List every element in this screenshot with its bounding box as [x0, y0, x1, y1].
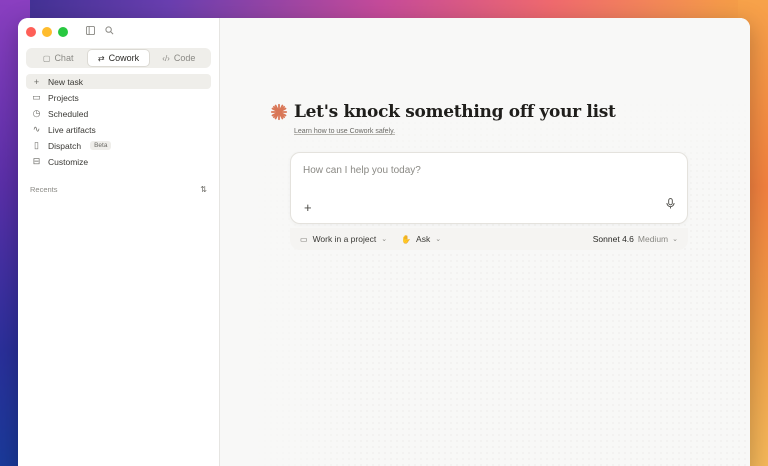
spark-logo-icon	[270, 103, 288, 121]
sidebar-nav: + New task ▭ Projects ◷ Scheduled ∿ Live…	[26, 74, 211, 169]
prompt-composer: +	[290, 152, 688, 224]
code-icon: ‹/›	[162, 53, 170, 63]
sidebar-item-dispatch[interactable]: ▯ Dispatch Beta	[26, 138, 211, 153]
model-selector[interactable]: Sonnet 4.6 Medium ⌄	[593, 234, 678, 244]
sidebar-item-label: Projects	[48, 92, 79, 103]
main-panel: Let's knock something off your list Lear…	[220, 18, 750, 466]
recents-label: Recents	[30, 185, 58, 194]
sidebar-item-scheduled[interactable]: ◷ Scheduled	[26, 106, 211, 121]
sidebar-item-label: New task	[48, 76, 83, 87]
composer-options-bar: ▭ Work in a project ⌄ ✋ Ask ⌄ Sonnet 4.6…	[290, 228, 688, 250]
phone-icon: ▯	[34, 140, 39, 150]
work-in-project-button[interactable]: ▭ Work in a project ⌄	[300, 234, 387, 244]
sidebar-toggle-icon[interactable]	[86, 26, 95, 38]
sidebar-item-new-task[interactable]: + New task	[26, 74, 211, 89]
app-window: ▢ Chat ⇄ Cowork ‹/› Code + New task ▭ Pr…	[18, 18, 750, 466]
sidebar-item-projects[interactable]: ▭ Projects	[26, 90, 211, 105]
clock-icon: ◷	[32, 108, 41, 118]
prompt-input[interactable]	[303, 165, 663, 176]
window-controls	[26, 26, 211, 38]
sidebar-item-label: Live artifacts	[48, 124, 96, 135]
model-effort-level: Medium	[637, 234, 669, 244]
page-title: Let's knock something off your list	[294, 102, 616, 122]
sidebar-item-customize[interactable]: ⊟ Customize	[26, 154, 211, 169]
tab-cowork[interactable]: ⇄ Cowork	[88, 50, 149, 66]
chat-bubble-icon: ▢	[42, 53, 51, 63]
chevron-down-icon: ⌄	[435, 236, 442, 243]
sidebar-item-label: Customize	[48, 156, 89, 167]
search-icon[interactable]	[105, 26, 114, 38]
mode-tabs: ▢ Chat ⇄ Cowork ‹/› Code	[26, 48, 211, 68]
tab-label: Chat	[54, 53, 74, 63]
tab-code[interactable]: ‹/› Code	[149, 50, 209, 66]
plus-icon: +	[33, 76, 40, 87]
sidebar-item-live-artifacts[interactable]: ∿ Live artifacts	[26, 122, 211, 137]
folder-icon: ▭	[300, 234, 308, 244]
sidebar-item-label: Dispatch	[48, 140, 82, 151]
briefcase-icon: ⊟	[32, 156, 41, 166]
maximize-window-button[interactable]	[58, 27, 68, 37]
learn-cowork-link[interactable]: Learn how to use Cowork safely.	[294, 128, 616, 135]
hero: Let's knock something off your list Lear…	[270, 102, 616, 135]
sidebar: ▢ Chat ⇄ Cowork ‹/› Code + New task ▭ Pr…	[18, 18, 220, 466]
add-attachment-button[interactable]: +	[304, 201, 312, 214]
close-window-button[interactable]	[26, 27, 36, 37]
beta-badge: Beta	[90, 141, 112, 150]
model-name: Sonnet 4.6	[592, 234, 634, 244]
tab-label: Cowork	[108, 53, 140, 63]
ask-mode-button[interactable]: ✋ Ask ⌄	[401, 234, 441, 244]
tab-label: Code	[173, 53, 196, 63]
folder-icon: ▭	[32, 92, 41, 102]
sort-icon[interactable]: ⇅	[200, 185, 207, 194]
pulse-icon: ∿	[32, 124, 41, 134]
minimize-window-button[interactable]	[42, 27, 52, 37]
project-label: Work in a project	[312, 234, 377, 244]
ask-label: Ask	[416, 234, 431, 244]
sliders-icon: ⇄	[97, 53, 105, 63]
sidebar-item-label: Scheduled	[48, 108, 89, 119]
chevron-down-icon: ⌄	[672, 236, 678, 243]
tab-chat[interactable]: ▢ Chat	[28, 50, 88, 66]
microphone-icon[interactable]	[666, 196, 675, 214]
recents-header: Recents ⇅	[26, 185, 211, 194]
chevron-down-icon: ⌄	[381, 236, 388, 243]
hand-icon: ✋	[401, 234, 412, 244]
